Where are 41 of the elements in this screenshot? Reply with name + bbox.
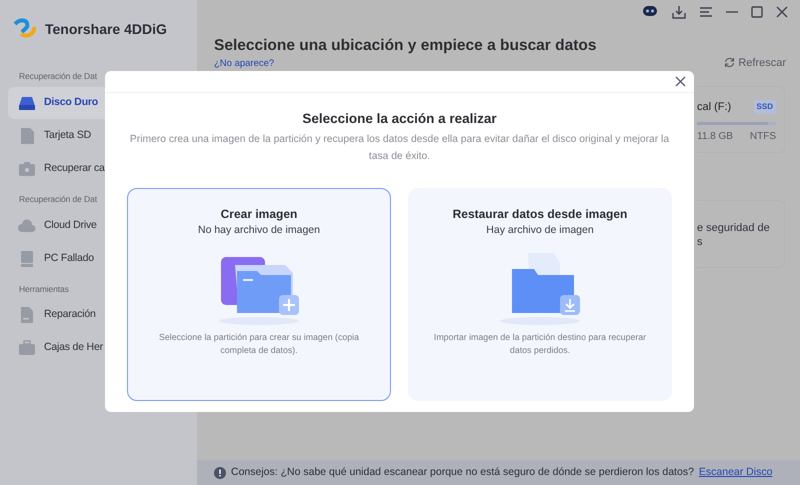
refresh-button[interactable]: Refrescar: [724, 54, 786, 72]
section-title: Recuperación de Dat: [18, 70, 98, 83]
section-title: Herramientas: [18, 282, 70, 296]
option-subtitle: No hay archivo de imagen: [197, 223, 321, 238]
option-subtitle: Hay archivo de imagen: [485, 223, 595, 238]
option-card[interactable]: e seguridad de s: [697, 200, 785, 268]
camera-icon: [18, 160, 36, 178]
document-icon: [18, 306, 36, 324]
help-link[interactable]: ¿No aparece?: [214, 57, 596, 72]
dialog-title: Seleccione la acción a realizar: [301, 110, 498, 128]
option-card[interactable]: Crear imagen No hay archivo de imagen Seleccione la partición para crear su imagen (copia completa de datos).: [127, 188, 391, 402]
info-icon: [214, 466, 226, 478]
computer-icon: [18, 250, 36, 268]
file-system: NTFS: [750, 130, 776, 144]
robot-icon[interactable]: [641, 5, 659, 19]
option-title: Restaurar datos desde imagen: [452, 206, 628, 224]
close-icon[interactable]: [675, 76, 686, 87]
app-name: Tenorshare 4DDiG: [45, 20, 167, 38]
download-icon[interactable]: [672, 5, 686, 19]
option-card[interactable]: Restaurar datos desde imagen Hay archivo de imagen Importar imagen de la partición destino para recuperar datos perdidos.: [408, 188, 672, 402]
maximize-icon[interactable]: [751, 6, 763, 18]
sd-card-icon: [18, 126, 36, 145]
option-title: Crear imagen: [220, 206, 298, 224]
option-description: Seleccione la partición para crear su imagen (copia completa de datos).: [158, 331, 360, 357]
cloud-icon: [18, 216, 36, 234]
refresh-icon: [724, 57, 736, 68]
drive-card[interactable]: cal (F:) SSD 11.8 GB NTFS: [697, 86, 785, 152]
toolbox-icon: [18, 339, 36, 358]
card-text: s: [697, 234, 704, 248]
scan-disk-link[interactable]: Escanear Disco: [698, 464, 772, 480]
tip-text: Consejos: ¿No sabe qué unidad escanear porque no está seguro de dónde se perdieron los datos?: [231, 464, 694, 480]
card-text: e seguridad de: [697, 220, 771, 234]
drive-type-badge: SSD: [754, 100, 776, 114]
logo-icon: [13, 18, 37, 40]
section-title: Recuperación de Dat: [18, 192, 98, 206]
close-icon[interactable]: [776, 6, 788, 18]
page-title: Seleccione una ubicación y empiece a buscar datos: [214, 36, 596, 56]
option-description: Importar imagen de la partición destino para recuperar datos perdidos.: [432, 331, 648, 357]
drive-size: 11.8 GB: [697, 130, 733, 144]
drive-name: cal (F:): [697, 100, 732, 114]
menu-icon[interactable]: [699, 6, 713, 18]
